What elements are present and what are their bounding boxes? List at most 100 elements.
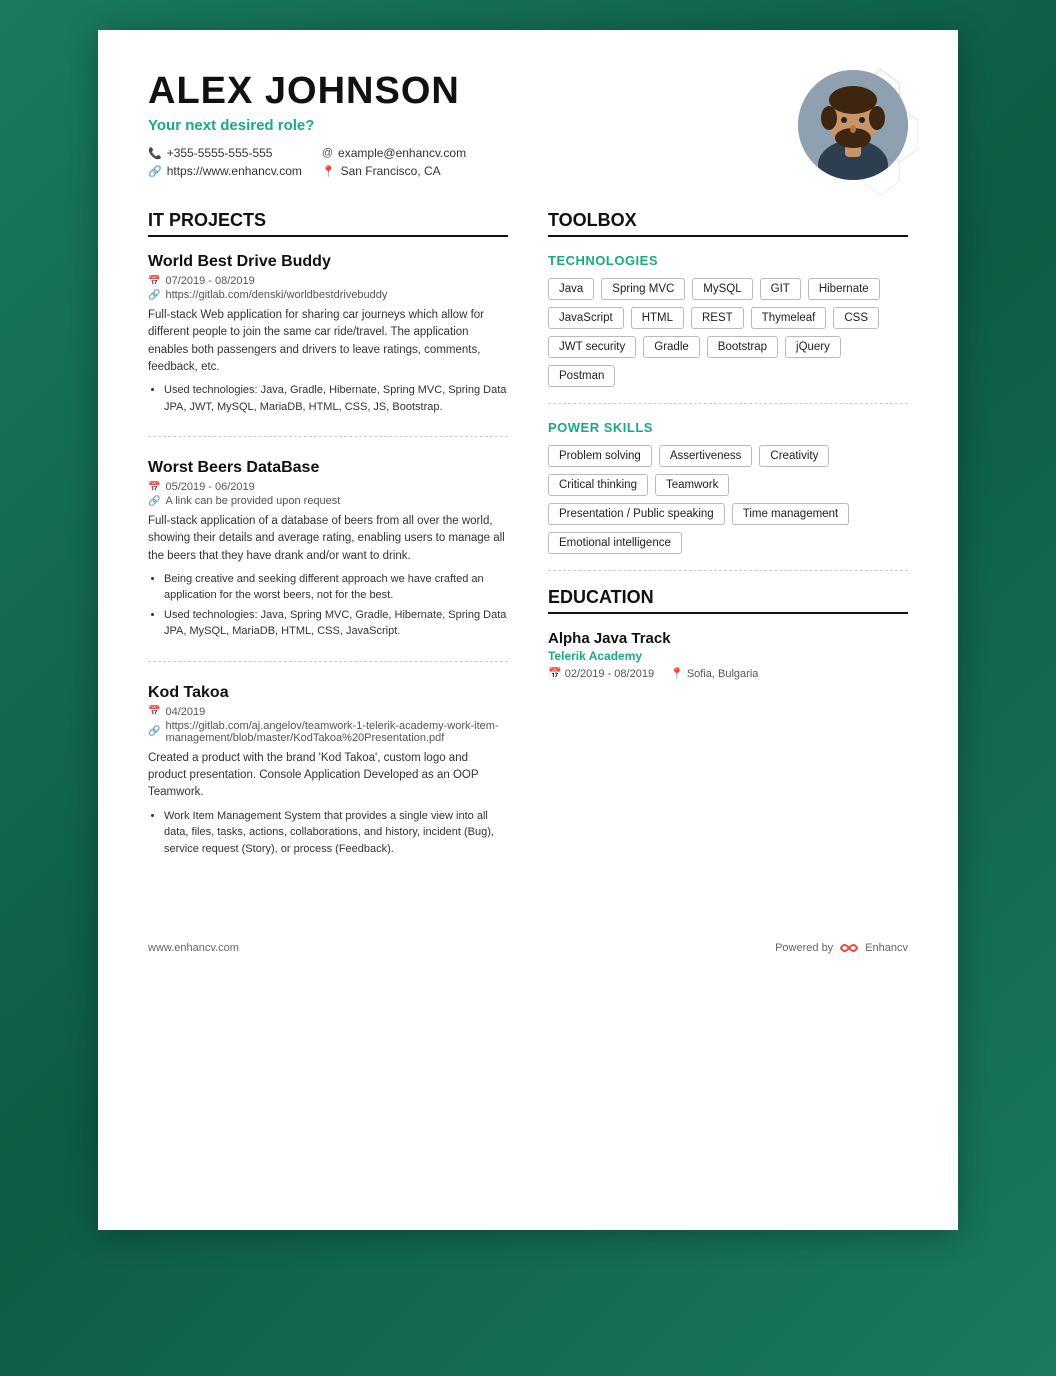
project-2-meta: 📅 05/2019 - 06/2019 🔗 A link can be prov…: [148, 481, 508, 507]
tech-tag: REST: [691, 307, 744, 329]
toolbox-title: TOOLBOX: [548, 210, 908, 237]
edu-location: 📍 Sofia, Bulgaria: [670, 667, 758, 680]
phone-text: +355-5555-555-555: [167, 146, 273, 160]
tech-tag: JavaScript: [548, 307, 624, 329]
header-left: ALEX JOHNSON Your next desired role? 📞 +…: [148, 70, 476, 178]
project-1: World Best Drive Buddy 📅 07/2019 - 08/20…: [148, 253, 508, 437]
tech-tag: Bootstrap: [707, 336, 778, 358]
calendar-icon-1: 📅: [148, 276, 160, 287]
email-icon: @: [322, 147, 333, 159]
location-icon: 📍: [322, 165, 336, 178]
project-1-date-row: 📅 07/2019 - 08/2019: [148, 275, 508, 287]
project-2-link-row: 🔗 A link can be provided upon request: [148, 495, 508, 507]
tech-tag: JWT security: [548, 336, 636, 358]
edu-location-text: Sofia, Bulgaria: [687, 668, 759, 680]
tech-tag: Thymeleaf: [751, 307, 827, 329]
project-1-link-row: 🔗 https://gitlab.com/denski/worldbestdri…: [148, 289, 508, 301]
skill-tag: Critical thinking: [548, 474, 648, 496]
edu-date: 📅 02/2019 - 08/2019: [548, 667, 654, 680]
project-2: Worst Beers DataBase 📅 05/2019 - 06/2019…: [148, 459, 508, 662]
project-3: Kod Takoa 📅 04/2019 🔗 https://gitlab.com…: [148, 684, 508, 878]
project-2-date-row: 📅 05/2019 - 06/2019: [148, 481, 508, 493]
left-column: IT PROJECTS World Best Drive Buddy 📅 07/…: [148, 210, 508, 900]
right-column: TOOLBOX TECHNOLOGIES Java Spring MVC MySQL…: [548, 210, 908, 900]
email-text: example@enhancv.com: [338, 146, 466, 160]
edu-date-text: 02/2019 - 08/2019: [565, 668, 654, 680]
tech-tag: HTML: [631, 307, 684, 329]
edu-meta: 📅 02/2019 - 08/2019 📍 Sofia, Bulgaria: [548, 667, 908, 680]
skill-tag: Teamwork: [655, 474, 729, 496]
project-3-date-row: 📅 04/2019: [148, 706, 508, 718]
website-item: 🔗 https://www.enhancv.com: [148, 164, 302, 178]
tech-tag: CSS: [833, 307, 879, 329]
skill-tag: Presentation / Public speaking: [548, 503, 725, 525]
skill-tag: Problem solving: [548, 445, 652, 467]
website-text: https://www.enhancv.com: [167, 164, 302, 178]
candidate-name: ALEX JOHNSON: [148, 70, 476, 113]
it-projects-title: IT PROJECTS: [148, 210, 508, 237]
project-1-meta: 📅 07/2019 - 08/2019 🔗 https://gitlab.com…: [148, 275, 508, 301]
divider-1: [548, 403, 908, 404]
tech-tag: MySQL: [692, 278, 752, 300]
project-3-date: 04/2019: [165, 706, 205, 718]
main-content: IT PROJECTS World Best Drive Buddy 📅 07/…: [148, 210, 908, 900]
tech-tag: Java: [548, 278, 594, 300]
project-1-desc: Full-stack Web application for sharing c…: [148, 307, 508, 376]
tech-tag: Hibernate: [808, 278, 880, 300]
project-1-bullets: Used technologies: Java, Gradle, Hiberna…: [148, 382, 508, 415]
phone-icon: 📞: [148, 147, 162, 160]
project-2-date: 05/2019 - 06/2019: [165, 481, 254, 493]
project-1-bullet-1: Used technologies: Java, Gradle, Hiberna…: [164, 382, 508, 415]
link-icon-3: 🔗: [148, 726, 160, 737]
tech-tag: jQuery: [785, 336, 841, 358]
tech-tag: Postman: [548, 365, 615, 387]
project-3-meta: 📅 04/2019 🔗 https://gitlab.com/aj.angelo…: [148, 706, 508, 744]
skill-tag: Assertiveness: [659, 445, 753, 467]
project-2-bullet-1: Being creative and seeking different app…: [164, 571, 508, 604]
project-1-link: https://gitlab.com/denski/worldbestdrive…: [165, 289, 387, 301]
edu-calendar-icon: 📅: [548, 668, 562, 680]
skill-tag: Creativity: [759, 445, 829, 467]
avatar: [798, 70, 908, 180]
calendar-icon-3: 📅: [148, 706, 160, 717]
powered-by-text: Powered by: [775, 942, 833, 954]
tech-tag: Gradle: [643, 336, 700, 358]
resume-page: ALEX JOHNSON Your next desired role? 📞 +…: [98, 30, 958, 1230]
skill-tag: Time management: [732, 503, 849, 525]
link-icon: 🔗: [148, 165, 162, 178]
brand-name: Enhancv: [865, 942, 908, 954]
edu-degree: Alpha Java Track: [548, 630, 908, 647]
avatar-container: [798, 70, 908, 180]
project-3-bullets: Work Item Management System that provide…: [148, 808, 508, 858]
project-2-desc: Full-stack application of a database of …: [148, 513, 508, 565]
power-skills-tags: Problem solving Assertiveness Creativity Cr…: [548, 445, 908, 554]
project-3-link-row: 🔗 https://gitlab.com/aj.angelov/teamwork…: [148, 720, 508, 744]
enhancv-logo-icon: [839, 940, 859, 956]
project-3-title: Kod Takoa: [148, 684, 508, 702]
avatar-illustration: [798, 70, 908, 180]
link-icon-2: 🔗: [148, 496, 160, 507]
edu-school: Telerik Academy: [548, 649, 908, 663]
calendar-icon-2: 📅: [148, 482, 160, 493]
footer-website: www.enhancv.com: [148, 942, 239, 954]
power-skills-label: POWER SKILLS: [548, 420, 908, 435]
contact-grid: 📞 +355-5555-555-555 @ example@enhancv.co…: [148, 146, 476, 178]
tech-tag: Spring MVC: [601, 278, 685, 300]
footer-brand: Powered by Enhancv: [775, 940, 908, 956]
project-3-bullet-1: Work Item Management System that provide…: [164, 808, 508, 858]
footer: www.enhancv.com Powered by Enhancv: [148, 930, 908, 956]
phone-item: 📞 +355-5555-555-555: [148, 146, 302, 160]
technologies-tags: JavaSpring MVCMySQLGITHibernateJavaScrip…: [548, 278, 908, 387]
project-2-bullets: Being creative and seeking different app…: [148, 571, 508, 640]
divider-2: [548, 570, 908, 571]
location-text: San Francisco, CA: [341, 164, 441, 178]
project-3-desc: Created a product with the brand 'Kod Ta…: [148, 750, 508, 802]
location-item: 📍 San Francisco, CA: [322, 164, 476, 178]
project-2-link: A link can be provided upon request: [165, 495, 340, 507]
project-2-title: Worst Beers DataBase: [148, 459, 508, 477]
project-1-title: World Best Drive Buddy: [148, 253, 508, 271]
education-title: EDUCATION: [548, 587, 908, 614]
technologies-label: TECHNOLOGIES: [548, 253, 908, 268]
edu-location-icon: 📍: [670, 668, 684, 680]
project-3-link: https://gitlab.com/aj.angelov/teamwork-1…: [165, 720, 508, 744]
